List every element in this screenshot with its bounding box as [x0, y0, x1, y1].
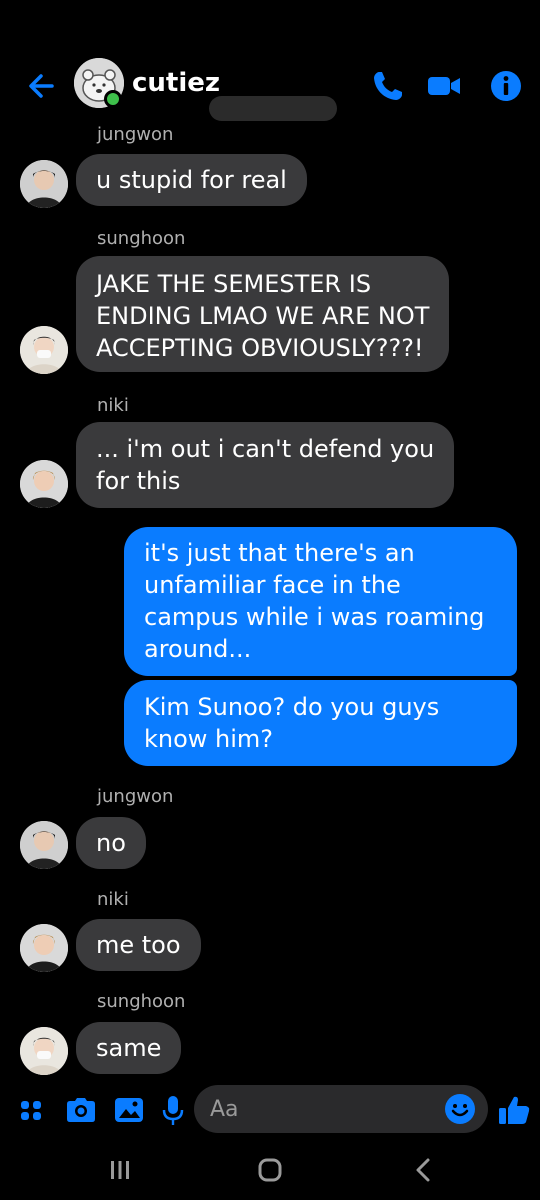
message-line: know him? — [144, 725, 274, 753]
message-bubble[interactable]: same — [76, 1022, 182, 1074]
online-status-indicator — [104, 90, 122, 108]
back-arrow-icon[interactable] — [22, 66, 62, 106]
video-camera-icon[interactable] — [424, 66, 464, 106]
microphone-icon[interactable] — [156, 1090, 190, 1130]
sender-name: sunghoon — [97, 991, 186, 1012]
message-line: ... i'm out i can't defend you — [96, 435, 435, 463]
message-input[interactable] — [210, 1085, 430, 1133]
outgoing-message-bubble[interactable]: it's just that there's an unfamiliar fac… — [124, 527, 517, 676]
message-line: Kim Sunoo? do you guys — [144, 693, 440, 721]
camera-icon[interactable] — [64, 1090, 98, 1130]
sender-name: niki — [97, 889, 129, 910]
message-line: JAKE THE SEMESTER IS — [96, 270, 372, 298]
sender-name: niki — [97, 395, 129, 416]
menu-dots-icon[interactable] — [16, 1090, 50, 1130]
sender-name: sunghoon — [97, 228, 186, 249]
back-icon[interactable] — [404, 1150, 444, 1190]
outgoing-message-bubble[interactable]: Kim Sunoo? do you guys know him? — [124, 680, 517, 766]
emoji-icon[interactable] — [444, 1093, 476, 1125]
avatar-niki[interactable] — [20, 924, 68, 972]
message-line: unfamiliar face in the — [144, 571, 401, 599]
message-bubble[interactable]: no — [76, 817, 146, 869]
message-line: ACCEPTING OBVIOUSLY???! — [96, 334, 424, 362]
message-line: it's just that there's an — [144, 539, 415, 567]
message-line: for this — [96, 467, 181, 495]
avatar-jungwon[interactable] — [20, 821, 68, 869]
message-line: campus while i was roaming — [144, 603, 485, 631]
home-icon[interactable] — [250, 1150, 290, 1190]
message-text: u stupid for real — [96, 166, 287, 194]
message-bubble[interactable]: JAKE THE SEMESTER IS ENDING LMAO WE ARE … — [76, 256, 450, 372]
message-line: ENDING LMAO WE ARE NOT — [96, 302, 430, 330]
thumbs-up-icon[interactable] — [496, 1090, 532, 1130]
recent-apps-icon[interactable] — [100, 1150, 140, 1190]
avatar-sunghoon[interactable] — [20, 1027, 68, 1075]
message-bubble[interactable]: me too — [76, 919, 201, 971]
system-navigation-bar — [0, 1140, 540, 1200]
message-bubble[interactable]: u stupid for real — [76, 154, 307, 206]
redacted-status-bar — [209, 96, 337, 121]
phone-icon[interactable] — [368, 66, 408, 106]
sender-name: jungwon — [97, 124, 174, 145]
message-bubble[interactable]: ... i'm out i can't defend you for this — [76, 422, 455, 508]
sender-name: jungwon — [97, 786, 174, 807]
avatar-jungwon[interactable] — [20, 160, 68, 208]
message-text: me too — [96, 931, 181, 959]
message-text: same — [96, 1034, 162, 1062]
message-input-field[interactable] — [194, 1085, 488, 1133]
avatar-sunghoon[interactable] — [20, 326, 68, 374]
avatar-niki[interactable] — [20, 460, 68, 508]
chat-title[interactable]: cutiez — [132, 68, 220, 98]
message-line: around... — [144, 635, 252, 663]
gallery-icon[interactable] — [112, 1090, 146, 1130]
message-composer — [0, 1082, 540, 1138]
message-text: no — [96, 829, 126, 857]
info-icon[interactable] — [486, 66, 526, 106]
